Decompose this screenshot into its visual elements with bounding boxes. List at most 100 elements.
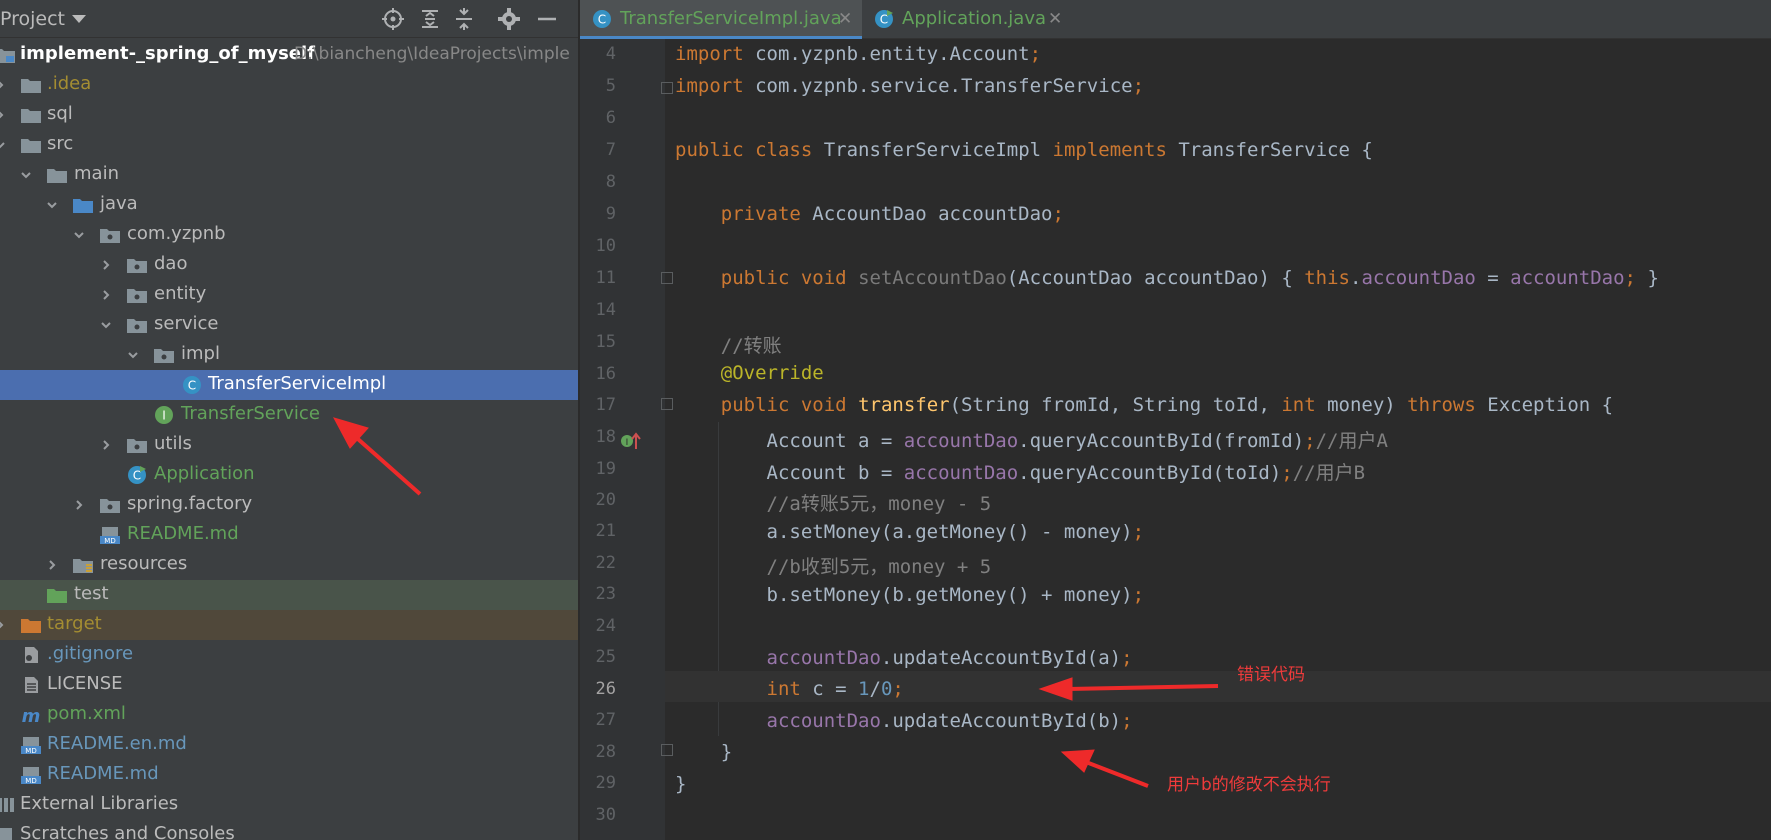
- svg-text:C: C: [188, 379, 196, 393]
- chevron-right-icon[interactable]: [0, 79, 6, 91]
- tree-item-application[interactable]: C Application: [0, 460, 578, 490]
- code-editor[interactable]: C TransferServiceImpl.java ✕ C Applicati…: [580, 0, 1771, 840]
- tree-item-label: TransferServiceImpl: [208, 373, 387, 394]
- line-number: 11: [595, 268, 616, 288]
- tree-item-transfer-service[interactable]: I TransferService: [0, 400, 578, 430]
- tree-item-dao[interactable]: dao: [0, 250, 578, 280]
- code-line: import com.yzpnb.entity.Account;: [675, 43, 1042, 65]
- svg-text:C: C: [598, 13, 606, 27]
- line-number: 20: [595, 490, 616, 510]
- markdown-file-icon: MD: [21, 767, 41, 784]
- tree-item-scratches[interactable]: Scratches and Consoles: [0, 820, 578, 840]
- line-number: 30: [595, 805, 616, 825]
- fold-marker-icon[interactable]: [661, 744, 673, 756]
- svg-text:I: I: [626, 438, 629, 448]
- tab-label: Application.java: [902, 8, 1047, 29]
- maven-icon: m: [22, 706, 41, 724]
- gear-icon[interactable]: [497, 7, 521, 31]
- tab-application[interactable]: C Application.java ✕: [862, 0, 1072, 39]
- line-number: 7: [605, 140, 616, 160]
- tree-item-test[interactable]: test: [0, 580, 578, 610]
- collapse-all-icon[interactable]: [452, 7, 476, 31]
- tree-item-main[interactable]: main: [0, 160, 578, 190]
- tree-item-utils[interactable]: utils: [0, 430, 578, 460]
- tree-item-label: main: [74, 163, 119, 184]
- code-line: accountDao.updateAccountById(a);: [766, 647, 1133, 669]
- code-line: accountDao.updateAccountById(b);: [766, 710, 1133, 732]
- tree-item-readme-inner[interactable]: MD README.md: [0, 520, 578, 550]
- tree-item-label: entity: [154, 283, 207, 304]
- tree-item-readme-en[interactable]: MD README.en.md: [0, 730, 578, 760]
- dropdown-arrow-icon[interactable]: [72, 15, 86, 23]
- package-icon: [127, 319, 147, 333]
- gitignore-file-icon: [25, 647, 38, 663]
- tree-item-readme[interactable]: MD README.md: [0, 760, 578, 790]
- tree-item-impl[interactable]: impl: [0, 340, 578, 370]
- expand-all-icon[interactable]: [418, 7, 442, 31]
- code-line: //b收到5元，money + 5: [766, 556, 992, 578]
- chevron-right-icon[interactable]: [100, 439, 112, 451]
- chevron-right-icon[interactable]: [73, 499, 85, 511]
- chevron-down-icon[interactable]: [0, 139, 6, 151]
- chevron-down-icon[interactable]: [100, 319, 112, 331]
- fold-marker-icon[interactable]: [661, 82, 673, 94]
- line-number-gutter[interactable]: 4 5 6 7 8 9 10 11 14 15 16 17 18 19 20 2…: [580, 39, 665, 840]
- code-line: Account a = accountDao.queryAccountById(…: [675, 430, 1388, 452]
- tree-item-label: External Libraries: [20, 793, 179, 814]
- tree-item-service[interactable]: service: [0, 310, 578, 340]
- chevron-down-icon[interactable]: [127, 349, 139, 361]
- text-file-icon: [25, 677, 38, 693]
- tree-item-resources[interactable]: resources: [0, 550, 578, 580]
- tree-item-transfer-service-impl[interactable]: C TransferServiceImpl: [0, 370, 578, 400]
- tab-transfer-service-impl[interactable]: C TransferServiceImpl.java ✕: [580, 0, 862, 39]
- fold-marker-icon[interactable]: [661, 272, 673, 284]
- module-name: implement-_spring_of_myself: [20, 43, 315, 64]
- package-icon: [127, 289, 147, 303]
- code-line: //转账: [720, 335, 782, 357]
- svg-text:MD: MD: [25, 777, 36, 784]
- package-icon: [127, 439, 147, 453]
- folder-icon: [21, 109, 41, 123]
- line-number: 15: [595, 332, 616, 352]
- fold-marker-icon[interactable]: [661, 398, 673, 410]
- tree-item-spring-factory[interactable]: spring.factory: [0, 490, 578, 520]
- package-icon: [100, 499, 120, 513]
- tree-item-java[interactable]: java: [0, 190, 578, 220]
- tree-item-sql[interactable]: sql: [0, 100, 578, 130]
- tree-item-gitignore[interactable]: .gitignore: [0, 640, 578, 670]
- project-view-selector[interactable]: Project: [0, 8, 65, 30]
- close-icon[interactable]: ✕: [1048, 9, 1062, 29]
- chevron-right-icon[interactable]: [100, 289, 112, 301]
- tree-item-label: LICENSE: [47, 673, 123, 694]
- chevron-down-icon[interactable]: [46, 199, 58, 211]
- line-number-current: 26: [595, 679, 616, 699]
- tree-item-target[interactable]: target: [0, 610, 578, 640]
- tree-item-external-libraries[interactable]: External Libraries: [0, 790, 578, 820]
- tree-item-module[interactable]: implement-_spring_of_myself D:\biancheng…: [0, 40, 578, 70]
- implements-gutter-icon[interactable]: I: [620, 431, 642, 451]
- chevron-right-icon[interactable]: [0, 109, 6, 121]
- chevron-right-icon[interactable]: [46, 559, 58, 571]
- test-folder-icon: [47, 589, 67, 603]
- tree-item-license[interactable]: LICENSE: [0, 670, 578, 700]
- tree-item-idea[interactable]: .idea: [0, 70, 578, 100]
- code-line: @Override: [720, 362, 824, 384]
- locate-icon[interactable]: [381, 7, 405, 31]
- tree-item-src[interactable]: src: [0, 130, 578, 160]
- project-panel: Project implement-_spring_of_myself D:\b…: [0, 0, 578, 840]
- chevron-down-icon[interactable]: [73, 229, 85, 241]
- markdown-file-icon: MD: [21, 737, 41, 754]
- chevron-down-icon[interactable]: [20, 169, 32, 181]
- tree-item-label: test: [74, 583, 109, 604]
- tree-item-com-yzpnb[interactable]: com.yzpnb: [0, 220, 578, 250]
- code-line: //a转账5元，money - 5: [766, 493, 992, 515]
- markdown-file-icon: MD: [100, 527, 120, 544]
- close-icon[interactable]: ✕: [838, 9, 852, 29]
- tree-item-pom[interactable]: m pom.xml: [0, 700, 578, 730]
- chevron-right-icon[interactable]: [100, 259, 112, 271]
- code-line: public void transfer(String fromId, Stri…: [720, 394, 1614, 416]
- folder-icon: [21, 79, 41, 93]
- tree-item-entity[interactable]: entity: [0, 280, 578, 310]
- minimize-icon[interactable]: [535, 7, 559, 31]
- chevron-right-icon[interactable]: [0, 619, 6, 631]
